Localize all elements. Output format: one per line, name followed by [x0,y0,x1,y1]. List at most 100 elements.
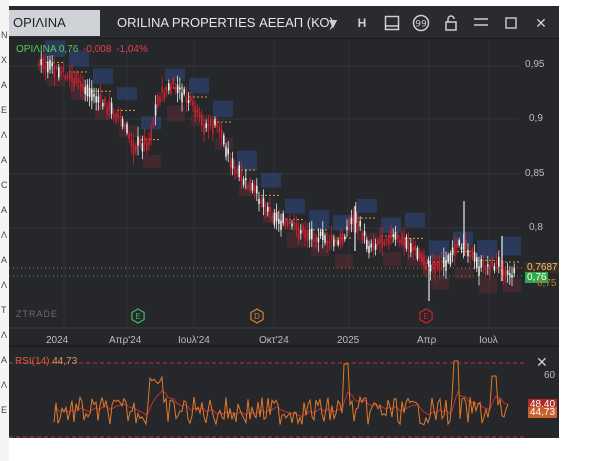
candle-body [473,251,476,262]
candle-body [115,113,117,122]
candle-body [509,273,511,278]
edge-glyph: A [1,205,8,215]
candle-body [141,143,144,152]
candle-body [216,122,218,128]
profile-box [455,268,473,279]
candle-body [359,220,361,227]
profile-box [93,68,113,84]
candle-body [106,107,108,115]
profile-box [477,240,497,259]
candle-body [306,230,309,241]
candle-body [451,247,454,256]
candle-body [238,165,240,178]
candle-body [372,242,375,250]
candle-body [489,264,491,275]
candle-body [267,206,269,212]
candle-body [460,247,463,250]
candle-body [73,78,75,87]
event-marker-label: E [423,312,428,321]
x-tick-label: Ιουλ [479,335,498,346]
candle-body [240,170,243,182]
candle-body [201,115,203,126]
candle-body [363,231,366,237]
candle-body [218,126,221,133]
candle-body [366,239,368,250]
candle-body [42,57,45,70]
candle-body [47,61,49,73]
candle-body [511,274,513,278]
candle-body [297,227,300,239]
candle-body [148,137,150,146]
candle-body [146,142,148,151]
candle-body [192,100,194,106]
candle-body [469,254,471,257]
candle-body [150,129,152,140]
candle-body [377,240,379,246]
candle-body [256,185,258,194]
candle-body [264,204,267,216]
candle-body [185,96,188,103]
candle-body [278,218,280,224]
candle-body [388,235,390,246]
candle-body [284,220,287,227]
profile-box [95,104,113,120]
profile-box [47,75,65,87]
candle-body [176,84,179,94]
candle-body [467,249,469,257]
edge-glyph: A [1,155,8,165]
candle-body [113,113,115,118]
candle-body [315,235,317,248]
edge-glyph: Λ [1,230,8,240]
candle-body [231,158,234,169]
candle-body [181,92,183,103]
candle-body [161,86,163,93]
candle-body [110,102,113,114]
price-legend: ΟΡΙΛΙΝΑ 0,76 -0,008 -1,04% [16,44,148,55]
rsi-close-icon[interactable]: ✕ [536,354,548,371]
candle-body [458,239,460,246]
candle-body [143,136,146,145]
candle-body [487,264,489,267]
candle-body [480,258,482,269]
candle-body [471,248,474,259]
profile-box [479,277,497,294]
candle-body [77,78,80,84]
candle-body [407,241,410,251]
candle-body [370,243,372,248]
candle-body [258,198,260,205]
candle-body [412,246,414,251]
candle-body [187,99,190,104]
candle-body [504,269,507,280]
candle-body [280,220,282,230]
candle-body [159,96,161,102]
candle-body [429,264,432,272]
edge-glyph: Λ [1,280,8,290]
edge-glyph: Ε [1,105,8,115]
candle-body [405,236,408,249]
rsi-label: RSI(14) [15,356,50,367]
x-tick-label: Απρ'24 [109,335,142,346]
candle-body [291,223,293,227]
candle-body [207,123,210,131]
candle-body [251,182,254,191]
price-chart[interactable]: EDE [9,6,559,438]
candle-body [271,216,273,219]
candle-body [350,217,353,225]
candle-body [416,247,419,259]
candle-body [163,91,166,100]
candle-body [86,84,89,97]
y-tick-label: 0,9 [529,113,543,124]
rsi-value: 44,73 [52,356,78,367]
candle-body [253,185,256,193]
candle-body [502,269,504,277]
candle-body [260,200,262,203]
candle-body [40,59,42,65]
candle-body [421,253,423,263]
profile-box [357,198,377,213]
legend-change-pct: -1,04% [116,44,148,55]
profile-box [453,231,473,246]
candle-body [324,235,326,243]
profile-box [285,198,305,214]
rsi-level-label: 60 [544,370,556,381]
candle-body [311,228,313,240]
